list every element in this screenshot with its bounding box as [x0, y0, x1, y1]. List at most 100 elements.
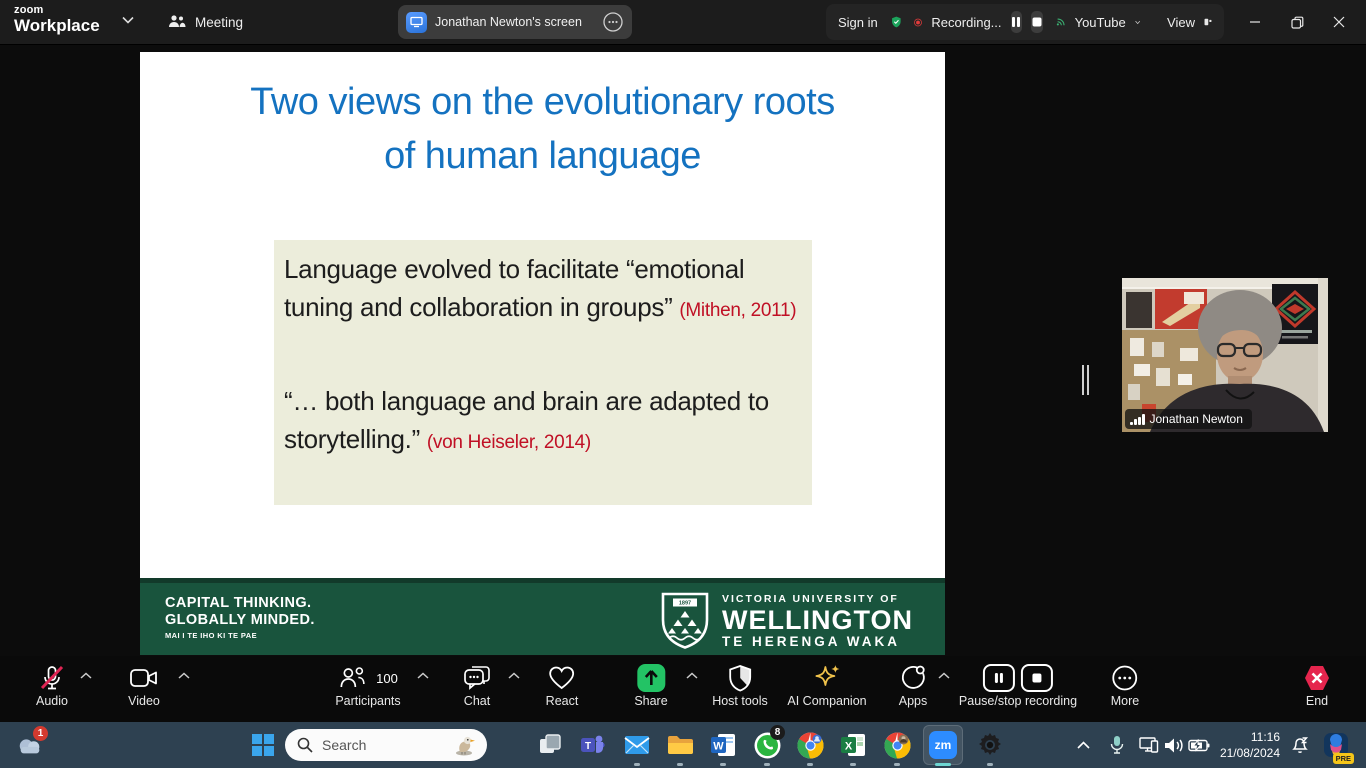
- screen-share-icon: [406, 12, 427, 33]
- tray-microphone-indicator[interactable]: [1103, 731, 1131, 759]
- live-stream-icon: [1056, 14, 1066, 30]
- chrome-icon: [884, 732, 911, 759]
- share-button[interactable]: Share: [634, 663, 667, 708]
- more-button[interactable]: More: [1111, 663, 1139, 708]
- microphone-muted-icon: [37, 663, 67, 693]
- word-icon: W: [710, 733, 736, 757]
- tray-battery-indicator[interactable]: [1185, 731, 1213, 759]
- chevron-down-icon[interactable]: [1135, 19, 1140, 26]
- video-button[interactable]: Video: [128, 663, 160, 708]
- end-meeting-button[interactable]: End: [1302, 663, 1332, 708]
- tray-volume-indicator[interactable]: [1160, 731, 1188, 759]
- weather-badge: 1: [33, 726, 48, 741]
- chevron-down-icon[interactable]: [122, 16, 134, 24]
- chrome-icon: [797, 732, 824, 759]
- bell-sleep-icon: [1290, 735, 1310, 755]
- panel-drag-handle[interactable]: [1082, 365, 1092, 395]
- presentation-slide: Two views on the evolutionary roots of h…: [140, 52, 945, 655]
- tab-shared-screen[interactable]: Jonathan Newton's screen: [398, 5, 632, 39]
- zoom-workplace-logo[interactable]: zoom Workplace: [14, 4, 100, 36]
- settings-app-icon[interactable]: [976, 731, 1004, 759]
- participant-name-label: Jonathan Newton: [1150, 412, 1243, 426]
- pause-stop-recording-control: Pause/stop recording: [959, 663, 1077, 708]
- taskbar-search[interactable]: Search: [285, 729, 487, 761]
- pause-icon: [994, 672, 1004, 684]
- quote-2: “… both language and brain are adapted t…: [284, 382, 802, 462]
- share-options-chevron[interactable]: [686, 672, 698, 680]
- participants-options-chevron[interactable]: [417, 672, 429, 680]
- excel-app-icon[interactable]: X: [839, 731, 867, 759]
- sign-in-button[interactable]: Sign in: [838, 15, 878, 30]
- svg-text:X: X: [845, 741, 853, 753]
- participant-video-tile[interactable]: Jonathan Newton: [1122, 278, 1328, 432]
- participants-button[interactable]: 100 Participants: [335, 663, 400, 708]
- mail-icon: [624, 734, 650, 756]
- maximize-button[interactable]: [1276, 0, 1318, 44]
- youtube-stream-label[interactable]: YouTube: [1075, 15, 1126, 30]
- view-layout-icon[interactable]: [1204, 15, 1212, 29]
- chat-button[interactable]: Chat: [462, 663, 492, 708]
- stop-recording-button[interactable]: [1021, 664, 1053, 692]
- quote-box: Language evolved to facilitate “emotiona…: [274, 240, 812, 505]
- battery-charging-icon: [1188, 739, 1210, 752]
- tray-date: 21/08/2024: [1220, 745, 1280, 761]
- teams-app-icon[interactable]: T: [579, 731, 607, 759]
- participant-name-tag: Jonathan Newton: [1125, 409, 1252, 429]
- tray-cast-indicator[interactable]: [1135, 731, 1163, 759]
- audio-button[interactable]: Audio: [36, 663, 68, 708]
- whatsapp-badge: 8: [770, 725, 785, 740]
- shield-icon: [727, 664, 753, 692]
- footer-tagline: CAPITAL THINKING. GLOBALLY MINDED. MAI I…: [165, 595, 315, 640]
- tab-meeting[interactable]: Meeting: [160, 8, 251, 36]
- mail-app-icon[interactable]: [623, 731, 651, 759]
- file-explorer-icon[interactable]: [666, 731, 694, 759]
- vuw-shield-icon: 1897: [660, 592, 710, 650]
- react-button[interactable]: React: [546, 663, 579, 708]
- stop-icon: [1032, 673, 1042, 683]
- university-logo-text: VICTORIA UNIVERSITY OF WELLINGTON TE HER…: [722, 593, 913, 650]
- more-options-icon[interactable]: [602, 11, 624, 33]
- host-tools-button[interactable]: Host tools: [712, 663, 768, 708]
- pause-recording-button[interactable]: [983, 664, 1015, 692]
- close-button[interactable]: [1318, 0, 1360, 44]
- chat-options-chevron[interactable]: [508, 672, 520, 680]
- view-button[interactable]: View: [1167, 15, 1195, 30]
- connection-signal-icon: [1130, 414, 1145, 425]
- tray-expand-button[interactable]: [1069, 731, 1097, 759]
- windows-logo-icon: [251, 733, 275, 757]
- search-icon: [297, 737, 313, 753]
- chrome-app-icon[interactable]: [796, 731, 824, 759]
- participants-icon: [338, 665, 366, 691]
- heart-icon: [548, 665, 576, 691]
- search-highlight-bird-icon[interactable]: [453, 734, 477, 756]
- whatsapp-app-icon[interactable]: 8: [753, 731, 781, 759]
- video-options-chevron[interactable]: [178, 672, 190, 680]
- zoom-icon: zm: [929, 731, 957, 759]
- word-app-icon[interactable]: W: [709, 731, 737, 759]
- pause-recording-icon[interactable]: [1011, 11, 1023, 33]
- weather-widget[interactable]: 1: [16, 731, 44, 759]
- copilot-button[interactable]: PRE: [1322, 731, 1350, 759]
- svg-text:W: W: [713, 741, 724, 753]
- apps-button[interactable]: Apps: [899, 663, 928, 708]
- chrome-profile-app-icon[interactable]: [883, 731, 911, 759]
- stop-recording-icon[interactable]: [1031, 11, 1043, 33]
- slide-footer-banner: CAPITAL THINKING. GLOBALLY MINDED. MAI I…: [140, 578, 945, 655]
- window-controls: [1234, 0, 1360, 44]
- task-view-button[interactable]: [536, 731, 564, 759]
- ellipsis-icon: [1111, 664, 1139, 692]
- notifications-button[interactable]: [1286, 731, 1314, 759]
- start-button[interactable]: [249, 731, 277, 759]
- audio-options-chevron[interactable]: [80, 672, 92, 680]
- copilot-pre-badge: PRE: [1333, 753, 1354, 764]
- ai-sparkle-icon: [812, 663, 842, 693]
- apps-options-chevron[interactable]: [938, 672, 950, 680]
- workplace-logo-text: Workplace: [14, 16, 100, 36]
- recording-dot-icon: [914, 15, 922, 30]
- taskbar-clock[interactable]: 11:16 21/08/2024: [1220, 729, 1280, 761]
- ai-companion-button[interactable]: AI Companion: [787, 663, 866, 708]
- security-shield-icon[interactable]: [891, 11, 902, 33]
- minimize-button[interactable]: [1234, 0, 1276, 44]
- zoom-app-icon[interactable]: zm: [929, 731, 957, 759]
- svg-text:1897: 1897: [679, 601, 691, 607]
